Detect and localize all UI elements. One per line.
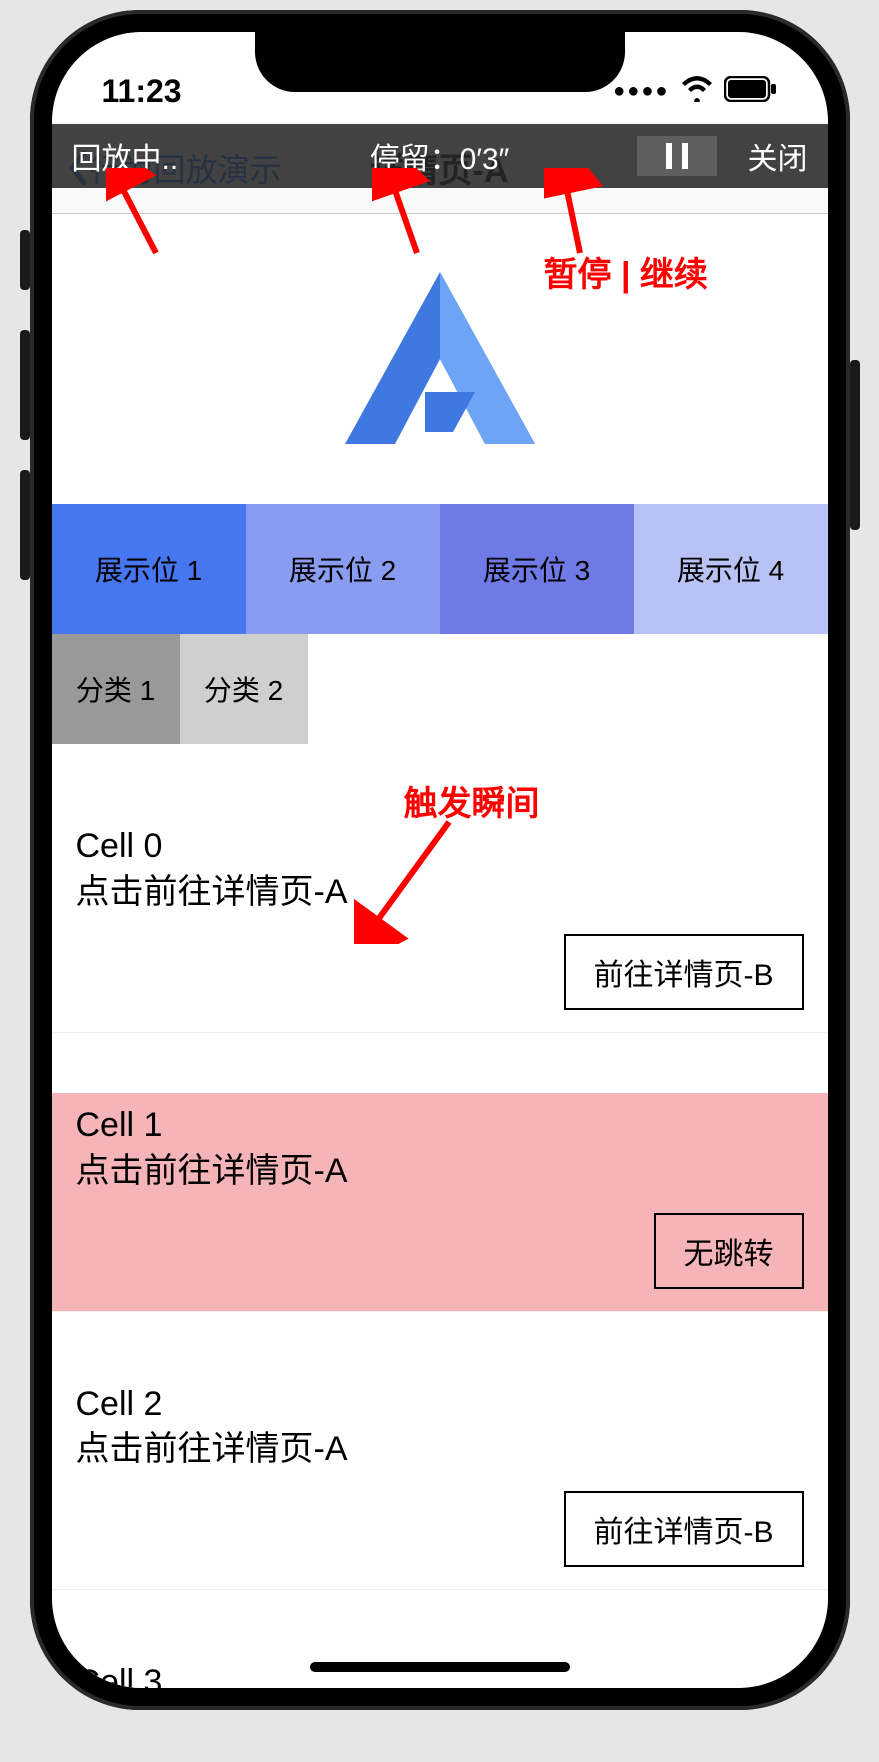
banner-slot-4[interactable]: 展示位 4 [634,504,828,634]
side-button [20,470,30,580]
cellular-dots-icon: ●●●● [613,80,669,103]
cell-title: Cell 2 [76,1382,804,1428]
banner-slot-1[interactable]: 展示位 1 [52,504,246,634]
pause-button[interactable] [637,136,717,176]
replay-stay-label: 停留：0′3″ [370,134,510,178]
spacer [52,1590,828,1650]
status-right: ●●●● [613,73,777,110]
close-button[interactable]: 关闭 [747,134,807,178]
cell-subtitle: 点击前往详情页-A [76,1149,804,1195]
banner-label: 展示位 4 [677,549,784,589]
banner-label: 展示位 1 [95,549,202,589]
banner-label: 展示位 2 [289,549,396,589]
list-cell-1[interactable]: Cell 1 点击前往详情页-A 无跳转 [52,1093,828,1312]
list-cell-0[interactable]: Cell 0 点击前往详情页-A 前往详情页-B [52,814,828,1033]
logo-area [52,214,828,504]
banner-slot-2[interactable]: 展示位 2 [246,504,440,634]
banner-row: 展示位 1 展示位 2 展示位 3 展示位 4 [52,504,828,634]
wifi-icon [680,73,714,110]
cell-action-button[interactable]: 无跳转 [654,1213,804,1289]
cell-action-button[interactable]: 前往详情页-B [564,934,804,1010]
battery-icon [724,73,778,110]
spacer [52,1312,828,1372]
replay-bar: 回放中.. 停留：0′3″ 关闭 [52,124,828,188]
category-row: 分类 1 分类 2 [52,634,828,744]
home-indicator [310,1662,570,1672]
cell-subtitle: 点击前往详情页-A [76,870,804,916]
banner-slot-3[interactable]: 展示位 3 [440,504,634,634]
cell-action-button[interactable]: 前往详情页-B [564,1491,804,1567]
category-label: 分类 2 [204,669,283,709]
side-button [20,330,30,440]
screen: 11:23 ●●●● 回放中.. 停留：0′3″ 关闭 [52,32,828,1688]
cell-title: Cell 0 [76,824,804,870]
side-button [850,360,860,530]
app-logo-icon [325,264,555,454]
status-time: 11:23 [102,73,182,110]
list-cell-2[interactable]: Cell 2 点击前往详情页-A 前往详情页-B [52,1372,828,1591]
spacer [52,1033,828,1093]
spacer [52,744,828,814]
phone-frame: 11:23 ●●●● 回放中.. 停留：0′3″ 关闭 [30,10,850,1710]
cell-title: Cell 1 [76,1103,804,1149]
side-button [20,230,30,290]
category-tab-2[interactable]: 分类 2 [180,634,308,744]
cell-subtitle: 点击前往详情页-A [76,1427,804,1473]
pause-icon [666,143,688,169]
replay-status-label: 回放中.. [72,134,179,178]
banner-label: 展示位 3 [483,549,590,589]
notch [255,32,625,92]
category-label: 分类 1 [76,669,155,709]
category-tab-1[interactable]: 分类 1 [52,634,180,744]
